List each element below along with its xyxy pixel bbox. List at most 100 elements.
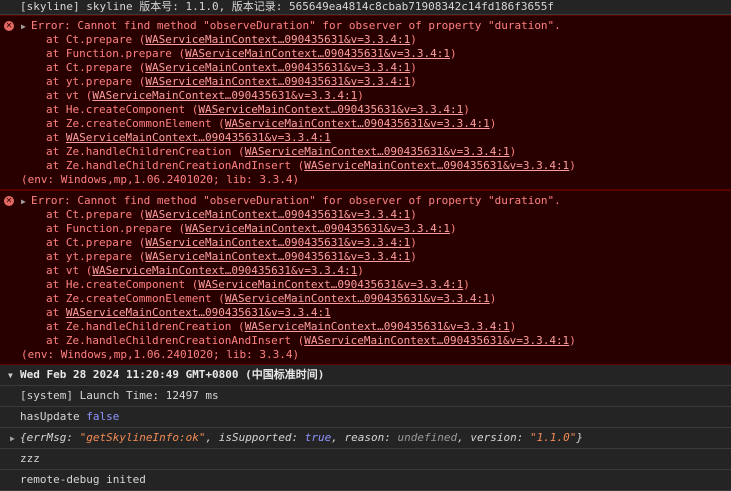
stack-frame-close: ) <box>569 334 576 347</box>
obj-open: {errMsg: <box>20 431 80 444</box>
stack-frame: at Function.prepare (WAServiceMainContex… <box>0 47 731 61</box>
obj-version-value: "1.1.0" <box>530 431 577 444</box>
stack-frame-close: ) <box>410 208 417 221</box>
stack-frame: at yt.prepare (WAServiceMainContext…0904… <box>0 75 731 89</box>
stack-frame-text: at <box>46 131 66 144</box>
source-link[interactable]: WAServiceMainContext…090435631&v=3.3.4:1 <box>304 334 569 347</box>
source-link[interactable]: WAServiceMainContext…090435631&v=3.3.4:1 <box>145 61 410 74</box>
source-link[interactable]: WAServiceMainContext…090435631&v=3.3.4:1 <box>185 222 450 235</box>
source-link[interactable]: WAServiceMainContext…090435631&v=3.3.4:1 <box>198 103 463 116</box>
stack-frame-close: ) <box>489 117 497 130</box>
stack-frame-text: at Ze.handleChildrenCreation ( <box>46 145 245 158</box>
stack-frame: at vt (WAServiceMainContext…090435631&v=… <box>0 264 731 278</box>
error-env: (env: Windows,mp,1.06.2401020; lib: 3.3.… <box>21 348 300 361</box>
source-link[interactable]: WAServiceMainContext…090435631&v=3.3.4:1 <box>145 250 410 263</box>
source-link[interactable]: WAServiceMainContext…090435631&v=3.3.4:1 <box>145 208 410 221</box>
error-icon: ✕ <box>4 21 14 31</box>
source-link[interactable]: WAServiceMainContext…090435631&v=3.3.4:1 <box>225 117 490 130</box>
stack-frame-close: ) <box>410 61 417 74</box>
stack-frame: at Function.prepare (WAServiceMainContex… <box>0 222 731 236</box>
zzz-message: zzz <box>0 449 731 470</box>
error-message: ✕ ▶ Error: Cannot find method "observeDura… <box>0 190 731 365</box>
has-update-value: false <box>86 410 120 423</box>
obj-close: } <box>576 431 583 444</box>
stack-frame-text: at Ct.prepare ( <box>46 61 146 74</box>
stack-frame-close: ) <box>410 236 417 249</box>
stack-frame-close: ) <box>410 75 417 88</box>
stack-frame-text: at Ze.createCommonElement ( <box>46 292 225 305</box>
stack-frame-text: at Ct.prepare ( <box>46 208 146 221</box>
error-text: Error: Cannot find method "observeDurati… <box>31 194 561 207</box>
stack-frame-close: ) <box>569 159 576 172</box>
stack-frame-text: at <box>46 306 66 319</box>
source-link[interactable]: WAServiceMainContext…090435631&v=3.3.4:1 <box>145 33 410 46</box>
stack-frame-text: at vt ( <box>46 264 93 277</box>
stack-frame-text: at vt ( <box>46 89 93 102</box>
stack-frame: at Ct.prepare (WAServiceMainContext…0904… <box>0 208 731 222</box>
error-header[interactable]: ▶ Error: Cannot find method "observeDurat… <box>0 19 731 33</box>
stack-frame-text: at He.createComponent ( <box>46 103 199 116</box>
source-link[interactable]: WAServiceMainContext…090435631&v=3.3.4:1 <box>92 264 357 277</box>
obj-key-version: , version: <box>457 431 530 444</box>
source-link[interactable]: WAServiceMainContext…090435631&v=3.3.4:1 <box>145 75 410 88</box>
skyline-version-log: [skyline] skyline 版本号: 1.1.0, 版本记录: 5656… <box>0 0 731 15</box>
obj-reason-value: undefined <box>397 431 458 444</box>
stack-frame-text: at yt.prepare ( <box>46 75 146 88</box>
error-text: Error: Cannot find method "observeDurati… <box>31 19 561 32</box>
source-link[interactable]: WAServiceMainContext…090435631&v=3.3.4:1 <box>245 145 510 158</box>
stack-frame-text: at He.createComponent ( <box>46 278 199 291</box>
stack-frame-close: ) <box>410 33 417 46</box>
stack-frame: at Ze.handleChildrenCreationAndInsert (W… <box>0 159 731 173</box>
source-link[interactable]: WAServiceMainContext…090435631&v=3.3.4:1 <box>245 320 510 333</box>
stack-frame-text: at Function.prepare ( <box>46 47 186 60</box>
triangle-right-icon[interactable]: ▶ <box>21 195 31 209</box>
launch-time-message: [system] Launch Time: 12497 ms <box>0 386 731 407</box>
stack-frame-close: ) <box>509 145 517 158</box>
stack-frame: at Ct.prepare (WAServiceMainContext…0904… <box>0 236 731 250</box>
stack-frame-close: ) <box>357 89 364 102</box>
stack-frame-text: at Ze.createCommonElement ( <box>46 117 225 130</box>
stack-frame: at Ze.handleChildrenCreation (WAServiceM… <box>0 320 731 334</box>
stack-frame-close: ) <box>463 103 470 116</box>
stack-frame: at Ct.prepare (WAServiceMainContext…0904… <box>0 61 731 75</box>
stack-frame-text: at Ze.handleChildrenCreationAndInsert ( <box>46 334 305 347</box>
stack-frame-close: ) <box>410 250 417 263</box>
source-link[interactable]: WAServiceMainContext…090435631&v=3.3.4:1 <box>198 278 463 291</box>
stack-frame-close: ) <box>509 320 517 333</box>
stack-frame-close: ) <box>449 222 457 235</box>
stack-frame-close: ) <box>489 292 497 305</box>
error-icon: ✕ <box>4 196 14 206</box>
stack-frame: at WAServiceMainContext…090435631&v=3.3.… <box>0 131 731 145</box>
obj-key-reason: , reason: <box>331 431 398 444</box>
stack-frame: at Ze.createCommonElement (WAServiceMain… <box>0 117 731 131</box>
remote-debug-message: remote-debug inited <box>0 470 731 491</box>
obj-key-issupported: , isSupported: <box>205 431 305 444</box>
error-env: (env: Windows,mp,1.06.2401020; lib: 3.3.… <box>21 173 300 186</box>
triangle-right-icon[interactable]: ▶ <box>10 429 20 449</box>
stack-frame-text: at Ze.handleChildrenCreationAndInsert ( <box>46 159 305 172</box>
skyline-info-object[interactable]: ▶ {errMsg: "getSkylineInfo:ok", isSupport… <box>0 428 731 449</box>
stack-frame-close: ) <box>357 264 364 277</box>
source-link[interactable]: WAServiceMainContext…090435631&v=3.3.4:1 <box>185 47 450 60</box>
triangle-down-icon[interactable]: ▼ <box>8 366 20 386</box>
stack-frame-text: at Ze.handleChildrenCreation ( <box>46 320 245 333</box>
stack-frame: at yt.prepare (WAServiceMainContext…0904… <box>0 250 731 264</box>
triangle-right-icon[interactable]: ▶ <box>21 20 31 34</box>
source-link[interactable]: WAServiceMainContext…090435631&v=3.3.4:1 <box>225 292 490 305</box>
has-update-key: hasUpdate <box>20 410 80 423</box>
error-header[interactable]: ▶ Error: Cannot find method "observeDurat… <box>0 194 731 208</box>
source-link[interactable]: WAServiceMainContext…090435631&v=3.3.4:1 <box>66 131 331 144</box>
obj-errmsg-value: "getSkylineInfo:ok" <box>79 431 206 444</box>
stack-frame-text: at Function.prepare ( <box>46 222 186 235</box>
source-link[interactable]: WAServiceMainContext…090435631&v=3.3.4:1 <box>66 306 331 319</box>
source-link[interactable]: WAServiceMainContext…090435631&v=3.3.4:1 <box>92 89 357 102</box>
stack-frame-text: at Ct.prepare ( <box>46 33 146 46</box>
source-link[interactable]: WAServiceMainContext…090435631&v=3.3.4:1 <box>145 236 410 249</box>
console-panel: [skyline] skyline 版本号: 1.1.0, 版本记录: 5656… <box>0 0 731 491</box>
has-update-message: hasUpdate false <box>0 407 731 428</box>
console-group-header[interactable]: ▼ Wed Feb 28 2024 11:20:49 GMT+0800 (中国标准… <box>0 365 731 386</box>
error-list: ✕ ▶ Error: Cannot find method "observeDura… <box>0 15 731 365</box>
stack-frame: at WAServiceMainContext…090435631&v=3.3.… <box>0 306 731 320</box>
stack-frame-text: at yt.prepare ( <box>46 250 146 263</box>
source-link[interactable]: WAServiceMainContext…090435631&v=3.3.4:1 <box>304 159 569 172</box>
